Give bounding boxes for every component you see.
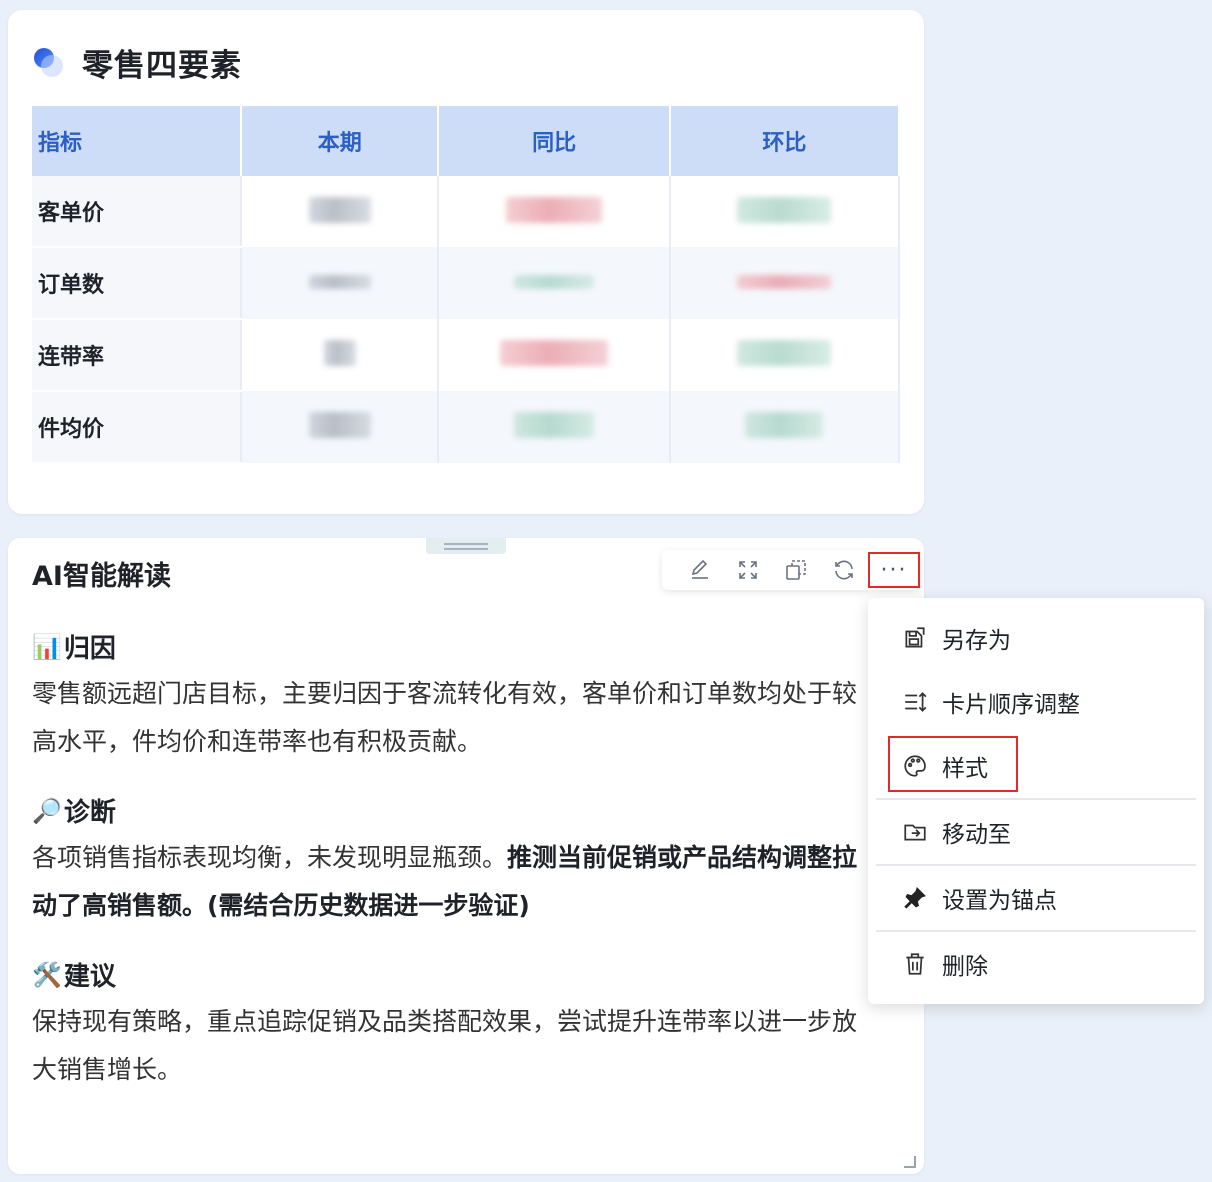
card-context-menu: 另存为 卡片顺序调整 样式 移动至 设置为锚点 删除 [868, 598, 1204, 1004]
menu-item-save-as[interactable]: 另存为 [868, 606, 1204, 670]
tools-icon: 🛠️ [32, 960, 62, 989]
section-heading-text: 归因 [63, 634, 116, 664]
row-label: 订单数 [32, 247, 243, 320]
yoy-value-cell [438, 319, 671, 391]
column-header-metric[interactable]: 指标 [32, 106, 243, 176]
column-header-yoy[interactable]: 同比 [438, 106, 671, 176]
menu-item-card-reorder[interactable]: 卡片顺序调整 [868, 670, 1204, 734]
current-value-cell [241, 247, 440, 319]
pin-icon [900, 885, 930, 911]
row-label: 件均价 [32, 391, 243, 464]
section-heading-diagnosis: 🔎 诊断 [32, 792, 116, 829]
retail-metrics-card: 零售四要素 指标 本期 同比 环比 客单价 订单数 连带率 件均价 [8, 10, 924, 514]
ai-insight-card: AI智能解读 ··· 📊 归因 零售额远超门店目标，主要归因于客流转化有效，客单… [8, 538, 924, 1174]
diagnosis-text: 各项销售指标表现均衡，未发现明显瓶颈。 [32, 843, 508, 872]
menu-item-style[interactable]: 样式 [868, 734, 1204, 798]
table-row: 件均价 [32, 391, 901, 464]
ai-card-title: AI智能解读 [32, 561, 171, 592]
menu-item-set-anchor[interactable]: 设置为锚点 [868, 866, 1204, 930]
resize-handle[interactable] [904, 1156, 916, 1168]
section-heading-attribution: 📊 归因 [32, 628, 116, 665]
refresh-icon[interactable] [820, 550, 868, 590]
mom-value-cell [669, 391, 901, 463]
column-header-current[interactable]: 本期 [241, 106, 440, 176]
magnifier-icon: 🔎 [32, 796, 62, 825]
current-value-cell [241, 176, 440, 247]
more-icon[interactable]: ··· [868, 552, 920, 588]
yoy-value-cell [438, 247, 671, 319]
section-paragraph-diagnosis: 各项销售指标表现均衡，未发现明显瓶颈。推测当前促销或产品结构调整拉动了高销售额。… [32, 834, 872, 930]
row-label: 客单价 [32, 176, 243, 248]
table-header-row: 指标 本期 同比 环比 [32, 106, 901, 176]
table-row: 连带率 [32, 319, 901, 392]
current-value-cell [241, 391, 440, 463]
card-title-row: 零售四要素 [32, 40, 242, 85]
mom-value-cell [669, 247, 901, 319]
table-row: 客单价 [32, 176, 901, 248]
yoy-value-cell [438, 176, 671, 247]
metrics-table: 指标 本期 同比 环比 客单价 订单数 连带率 件均价 [32, 106, 901, 464]
section-heading-suggestion: 🛠️ 建议 [32, 956, 116, 993]
bar-chart-icon: 📊 [32, 632, 62, 661]
menu-item-delete[interactable]: 删除 [868, 932, 1204, 996]
section-heading-text: 建议 [63, 962, 116, 992]
bubble-logo-icon [32, 46, 66, 80]
menu-item-move-to[interactable]: 移动至 [868, 800, 1204, 864]
reorder-icon [900, 689, 930, 715]
highlight-box [888, 736, 1018, 792]
row-label: 连带率 [32, 319, 243, 392]
card-toolbar: ··· [662, 550, 920, 590]
copy-icon[interactable] [772, 550, 820, 590]
yoy-value-cell [438, 391, 671, 463]
section-heading-text: 诊断 [63, 798, 116, 828]
save-as-icon [900, 625, 930, 651]
mom-value-cell [669, 176, 901, 247]
section-paragraph-suggestion: 保持现有策略，重点追踪促销及品类搭配效果，尝试提升连带率以进一步放大销售增长。 [32, 1007, 858, 1084]
drag-handle[interactable] [426, 538, 506, 554]
edit-icon[interactable] [676, 550, 724, 590]
expand-icon[interactable] [724, 550, 772, 590]
card-title: 零售四要素 [82, 48, 242, 84]
current-value-cell [241, 319, 440, 391]
column-header-mom[interactable]: 环比 [669, 106, 901, 176]
trash-icon [900, 951, 930, 977]
section-paragraph-attribution: 零售额远超门店目标，主要归因于客流转化有效，客单价和订单数均处于较高水平，件均价… [32, 679, 858, 756]
move-to-icon [900, 819, 930, 845]
mom-value-cell [669, 319, 901, 391]
table-row: 订单数 [32, 247, 901, 320]
